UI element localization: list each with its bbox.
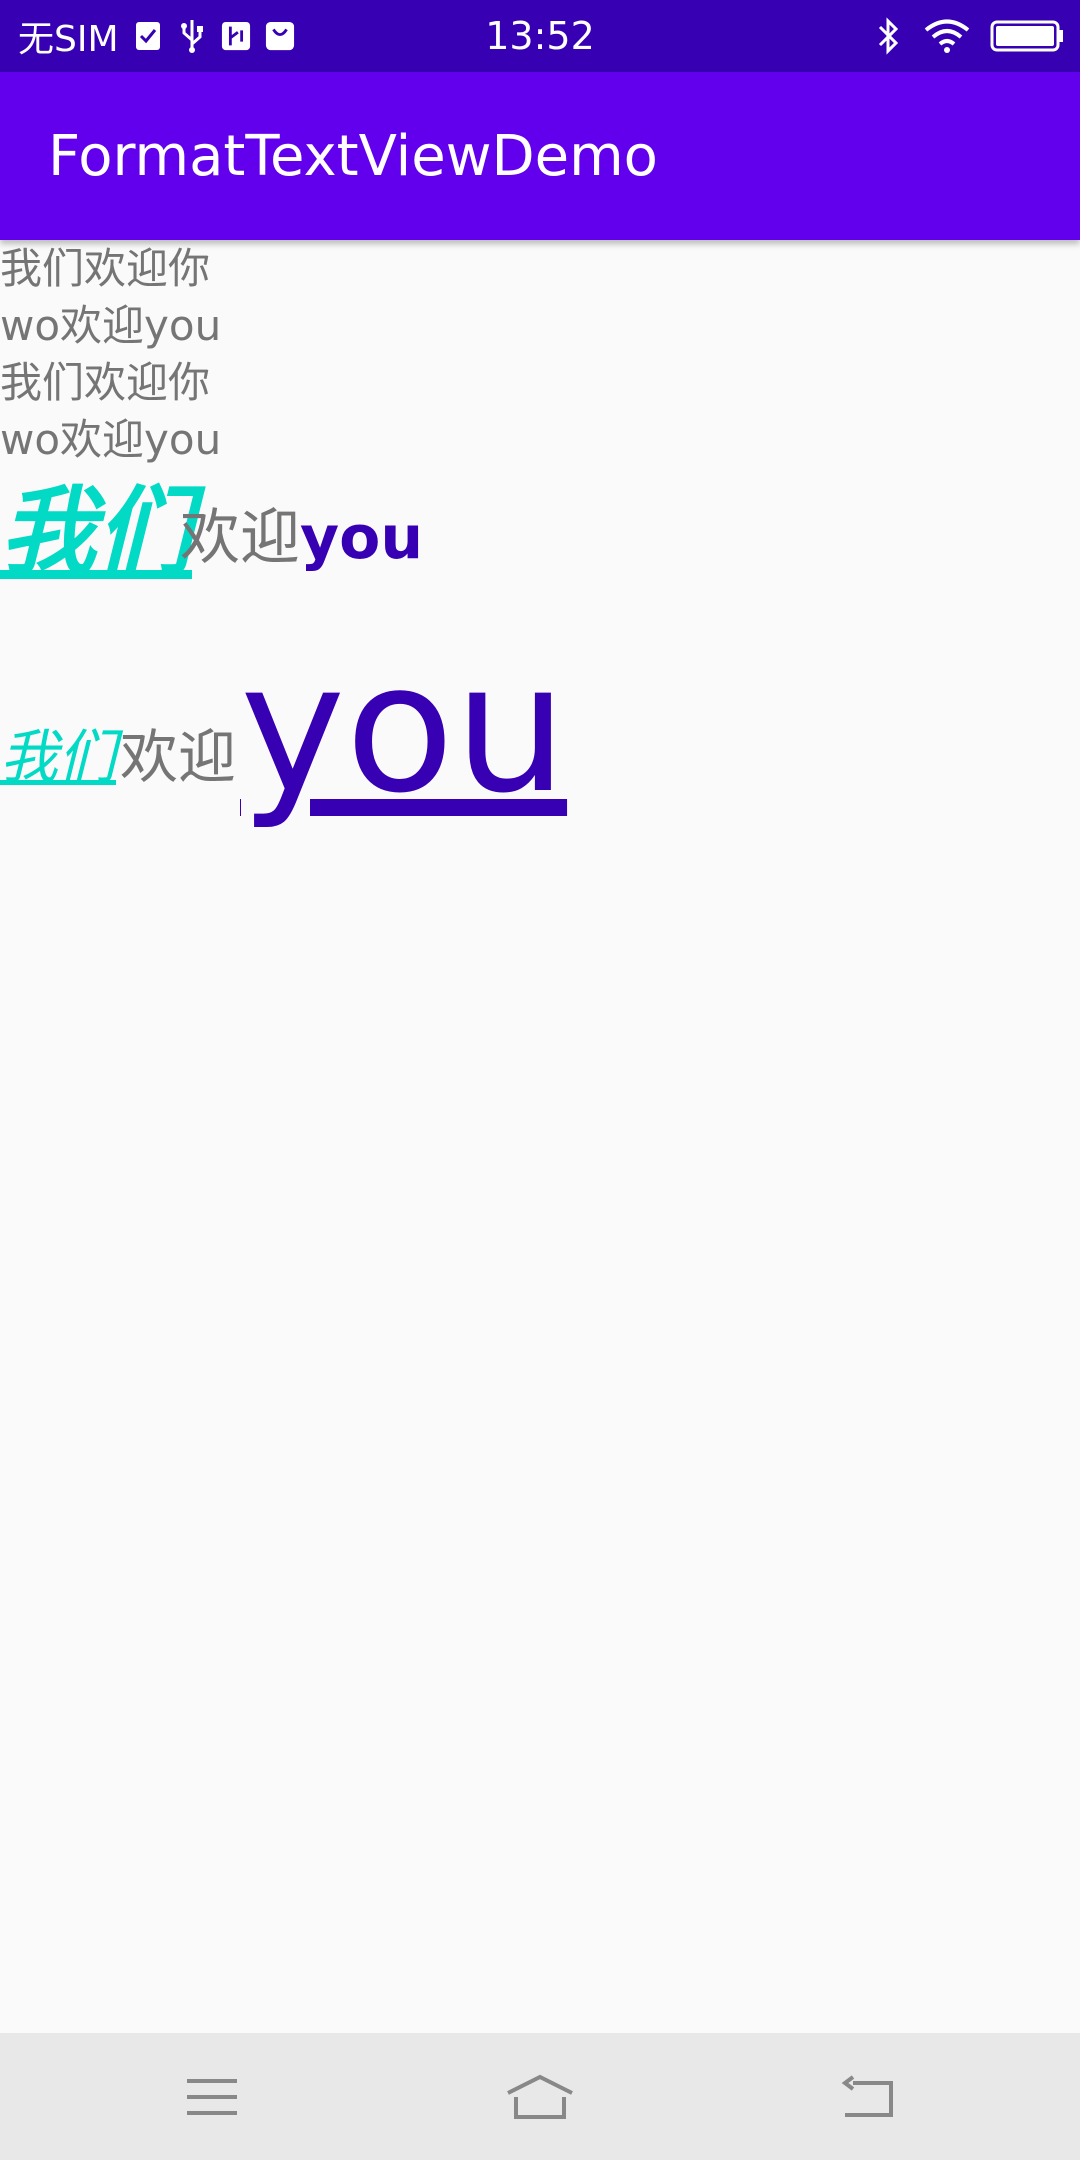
rich1-part-2: 欢迎: [180, 503, 300, 573]
rich1-part-3: you: [300, 503, 424, 573]
text-line-1: 我们欢迎你: [0, 244, 211, 293]
rich-text-line-huge: 我们 欢迎 you: [0, 640, 1080, 820]
status-right: [874, 0, 1064, 72]
back-button[interactable]: [808, 2033, 928, 2160]
wifi-icon: [924, 18, 970, 54]
app-title: FormatTextViewDemo: [48, 123, 658, 189]
battery-icon: [990, 18, 1064, 54]
content: 我们欢迎你 wo欢迎you 我们欢迎你 wo欢迎you: [0, 240, 1080, 468]
bluetooth-icon: [874, 17, 904, 55]
rich-text-line-large: 我们 欢迎 you: [0, 480, 1080, 590]
text-line-4: wo欢迎you: [0, 415, 222, 464]
home-icon: [507, 2074, 573, 2119]
text-line-2: wo欢迎you: [0, 301, 222, 350]
back-icon: [841, 2074, 893, 2117]
nav-bar: [0, 2033, 1080, 2160]
menu-button[interactable]: [152, 2033, 272, 2160]
text-line-3: 我们欢迎你: [0, 358, 211, 407]
home-button[interactable]: [480, 2033, 600, 2160]
rich2-part-2: 欢迎: [120, 723, 237, 791]
rich2-part-1: 我们: [0, 723, 117, 791]
rich1-part-1: 我们: [0, 476, 192, 588]
app-bar: FormatTextViewDemo: [0, 72, 1080, 240]
status-bar: 无SIM 13:52: [0, 0, 1080, 72]
menu-icon: [187, 2078, 237, 2115]
rich2-part-3: you: [240, 625, 568, 832]
